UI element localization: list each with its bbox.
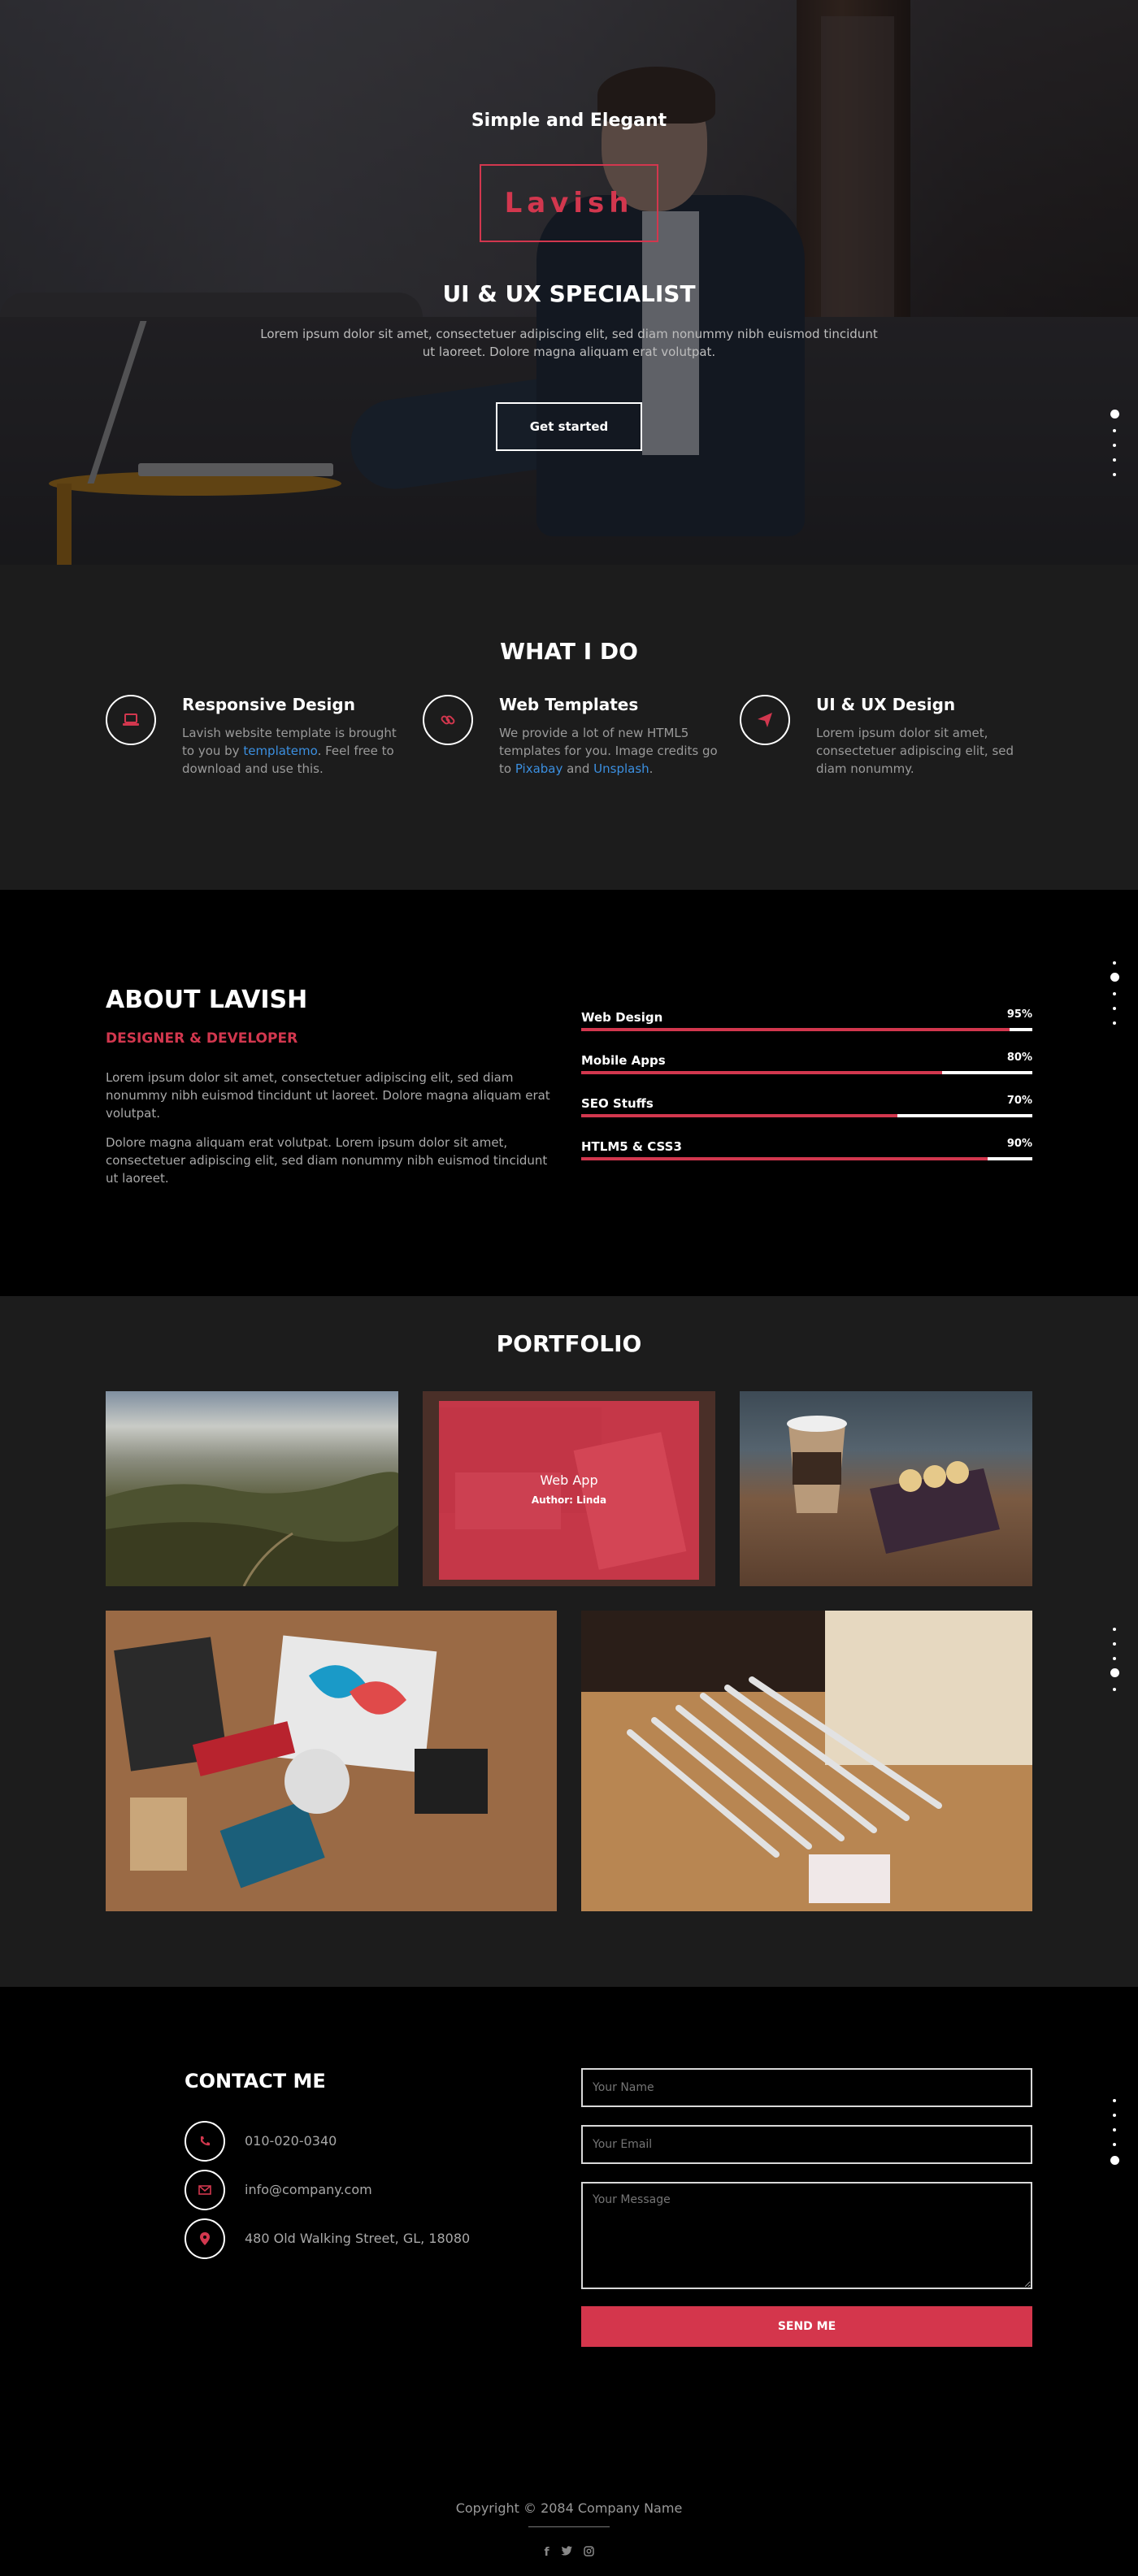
contact-phone: 010-020-0340 (185, 2121, 526, 2163)
email-text[interactable]: info@company.com (245, 2182, 372, 2197)
facebook-icon[interactable]: f (544, 2546, 549, 2560)
service-text: We provide a lot of new HTML5 templates … (499, 726, 718, 776)
skill-percent: 70% (1006, 1095, 1032, 1107)
footer-divider (528, 2526, 610, 2527)
portfolio-caption-title: Web App (540, 1472, 598, 1488)
link-icon (423, 695, 473, 745)
portfolio-item-coffee[interactable] (740, 1391, 1032, 1586)
nav-dot-1[interactable] (1110, 410, 1119, 418)
portfolio-title: PORTFOLIO (496, 1330, 642, 1357)
envelope-icon (185, 2170, 225, 2210)
nav-dot-2[interactable] (1113, 2114, 1116, 2117)
nav-dot-2[interactable] (1113, 1642, 1116, 1646)
nav-dot-5[interactable] (1113, 1021, 1116, 1025)
footer: Copyright © 2084 Company Name f (0, 2442, 1138, 2576)
message-textarea[interactable] (581, 2182, 1032, 2289)
portfolio-item-landscape[interactable] (106, 1391, 398, 1586)
section-nav-dots (1107, 1621, 1123, 1702)
nav-dot-2[interactable] (1110, 973, 1119, 982)
nav-dot-4[interactable] (1110, 1668, 1119, 1677)
about-title: ABOUT LAVISH (106, 986, 308, 1014)
logo-text: Lavish (504, 187, 634, 219)
address-text: 480 Old Walking Street, GL, 18080 (245, 2231, 471, 2246)
skill-fill (581, 1028, 1010, 1031)
portfolio-caption-author: Author: Linda (531, 1494, 607, 1506)
skill-percent: 95% (1006, 1008, 1032, 1021)
site-logo[interactable]: Lavish (480, 164, 658, 242)
map-pin-icon (185, 2218, 225, 2259)
service-title: UI & UX Design (816, 695, 956, 714)
hero-title: UI & UX SPECIALIST (442, 280, 696, 307)
what-i-do-section: WHAT I DO Responsive Design Lavish websi… (0, 565, 1138, 890)
hero-section: Simple and Elegant Lavish UI & UX SPECIA… (0, 0, 1138, 565)
nav-dot-1[interactable] (1113, 1628, 1116, 1631)
skill-bar: HTLM5 & CSS3 90% (581, 1138, 1032, 1164)
email-input[interactable] (581, 2125, 1032, 2164)
instagram-icon[interactable] (583, 2546, 594, 2560)
laptop-icon (106, 695, 156, 745)
skill-fill (581, 1157, 988, 1160)
paper-plane-icon (740, 695, 790, 745)
skill-percent: 80% (1006, 1052, 1032, 1064)
about-paragraph-1: Lorem ipsum dolor sit amet, consectetuer… (106, 1070, 550, 1121)
get-started-button[interactable]: Get started (496, 402, 642, 451)
skill-bar: SEO Stuffs 70% (581, 1095, 1032, 1121)
nav-dot-1[interactable] (1113, 961, 1116, 965)
nav-dot-2[interactable] (1113, 429, 1116, 432)
portfolio-item-web-app[interactable]: Web App Author: Linda (423, 1391, 715, 1586)
contact-email: info@company.com (185, 2170, 526, 2212)
section-nav-dots (1107, 2092, 1123, 2174)
section-nav-dots (1107, 955, 1123, 1036)
nav-dot-4[interactable] (1113, 1007, 1116, 1010)
portfolio-caption: Web App Author: Linda (423, 1391, 715, 1586)
portfolio-item-desk-flatlay[interactable] (106, 1611, 557, 1911)
nav-dot-3[interactable] (1113, 444, 1116, 447)
service-text: Lorem ipsum dolor sit amet, consectetuer… (816, 726, 1014, 776)
nav-dot-5[interactable] (1113, 473, 1116, 476)
phone-icon (185, 2121, 225, 2162)
unsplash-link[interactable]: Unsplash (593, 761, 649, 776)
templatemo-link[interactable]: templatemo (243, 744, 317, 758)
pixabay-link[interactable]: Pixabay (515, 761, 563, 776)
send-button[interactable]: SEND ME (581, 2306, 1032, 2347)
nav-dot-3[interactable] (1113, 1657, 1116, 1660)
copyright-text: Copyright © 2084 Company Name (455, 2500, 683, 2516)
hero-kicker: Simple and Elegant (471, 111, 667, 131)
phone-text: 010-020-0340 (245, 2133, 337, 2149)
skill-name: SEO Stuffs (581, 1096, 654, 1111)
hero-subtitle: Lorem ipsum dolor sit amet, consectetuer… (260, 327, 878, 359)
twitter-icon[interactable] (560, 2546, 572, 2560)
portfolio-section: PORTFOLIO Web App Author: Linda (0, 1296, 1138, 1987)
nav-dot-3[interactable] (1113, 992, 1116, 995)
social-links: f (0, 2546, 1138, 2560)
nav-dot-5[interactable] (1113, 1688, 1116, 1691)
skill-bar: Web Design 95% (581, 1008, 1032, 1034)
contact-title: CONTACT ME (185, 2070, 326, 2092)
skill-name: Mobile Apps (581, 1053, 666, 1068)
skill-fill (581, 1071, 942, 1074)
nav-dot-5[interactable] (1110, 2156, 1119, 2165)
contact-section: CONTACT ME 010-020-0340 info@company.com… (0, 1987, 1138, 2442)
skill-name: HTLM5 & CSS3 (581, 1139, 682, 1154)
about-paragraph-2: Dolore magna aliquam erat volutpat. Lore… (106, 1135, 548, 1186)
nav-dot-1[interactable] (1113, 2099, 1116, 2102)
service-title: Responsive Design (182, 695, 355, 714)
contact-address: 480 Old Walking Street, GL, 18080 (185, 2218, 526, 2261)
service-text: Lavish website template is brought to yo… (182, 726, 397, 776)
about-section: ABOUT LAVISH DESIGNER & DEVELOPER Lorem … (0, 890, 1138, 1296)
skill-bar: Mobile Apps 80% (581, 1052, 1032, 1078)
skill-name: Web Design (581, 1010, 663, 1025)
skill-fill (581, 1114, 897, 1117)
nav-dot-4[interactable] (1113, 2143, 1116, 2146)
service-title: Web Templates (499, 695, 639, 714)
portfolio-item-pencils[interactable] (581, 1611, 1032, 1911)
section-nav-dots (1107, 406, 1123, 488)
skill-percent: 90% (1006, 1138, 1032, 1150)
what-i-do-title: WHAT I DO (500, 638, 638, 665)
nav-dot-4[interactable] (1113, 458, 1116, 462)
name-input[interactable] (581, 2068, 1032, 2107)
nav-dot-3[interactable] (1113, 2128, 1116, 2131)
about-role: DESIGNER & DEVELOPER (106, 1030, 298, 1047)
